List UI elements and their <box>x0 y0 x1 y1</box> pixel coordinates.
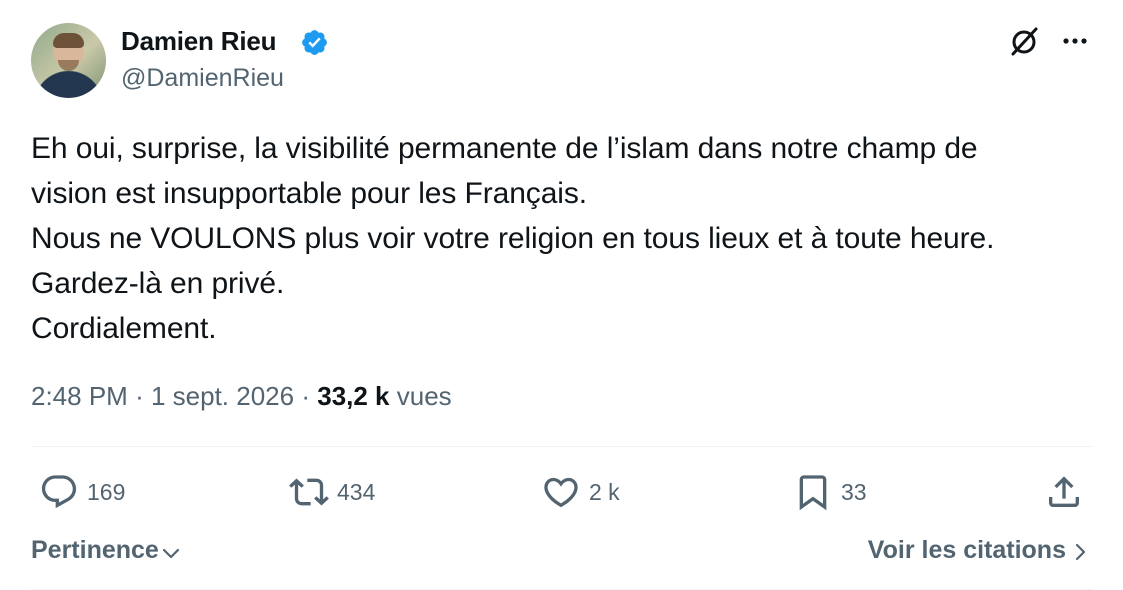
tweet-text: Eh oui, surprise, la visibilité permanen… <box>31 126 1101 351</box>
avatar-beard <box>58 60 79 71</box>
reply-icon <box>41 475 77 509</box>
bookmark-count: 33 <box>841 478 867 505</box>
tweet-text-line: Nous ne VOULONS plus voir votre religion… <box>31 222 995 255</box>
views-label: vues <box>396 381 452 411</box>
reply-button[interactable]: 169 <box>39 470 125 514</box>
retweet-count: 434 <box>337 478 376 505</box>
sort-replies-dropdown[interactable]: Pertinence <box>31 536 181 565</box>
views-count: 33,2 k <box>317 381 390 411</box>
verified-badge-icon <box>302 30 327 55</box>
quotes-label: Voir les citations <box>867 536 1066 564</box>
share-icon <box>1049 476 1079 507</box>
tweet-text-line: vision est insupportable pour les França… <box>31 177 587 210</box>
avatar-hair <box>53 33 84 48</box>
tweet: Damien Rieu @DamienRieu Eh oui, surprise… <box>0 0 1123 590</box>
meta-separator: · <box>301 381 310 411</box>
like-count: 2 k <box>589 478 620 505</box>
avatar[interactable] <box>31 23 106 98</box>
bookmark-button[interactable]: 33 <box>793 470 867 514</box>
grok-icon[interactable] <box>1006 24 1042 60</box>
chevron-down-icon <box>162 548 179 558</box>
sort-label: Pertinence <box>31 536 159 564</box>
more-icon[interactable] <box>1058 28 1092 54</box>
like-button[interactable]: 2 k <box>541 470 620 514</box>
reply-count: 169 <box>87 478 126 505</box>
author-handle[interactable]: @DamienRieu <box>121 64 284 93</box>
like-icon <box>544 477 578 508</box>
meta-separator: · <box>135 381 144 411</box>
tweet-date[interactable]: 1 sept. 2026 <box>151 381 294 411</box>
chevron-right-icon <box>1075 543 1086 561</box>
divider <box>31 446 1093 447</box>
tweet-time[interactable]: 2:48 PM <box>31 381 128 411</box>
retweet-button[interactable]: 434 <box>289 470 375 514</box>
tweet-text-line: Eh oui, surprise, la visibilité permanen… <box>31 132 978 165</box>
tweet-text-line: Gardez-là en privé. <box>31 267 285 300</box>
author-name[interactable]: Damien Rieu <box>121 26 276 57</box>
tweet-text-line: Cordialement. <box>31 312 217 345</box>
view-quotes-link[interactable]: Voir les citations <box>868 536 1090 565</box>
bookmark-icon <box>799 475 827 511</box>
share-button[interactable] <box>1044 470 1084 514</box>
retweet-icon <box>289 478 329 506</box>
tweet-meta: 2:48 PM · 1 sept. 2026 · 33,2 k vues <box>31 381 452 412</box>
